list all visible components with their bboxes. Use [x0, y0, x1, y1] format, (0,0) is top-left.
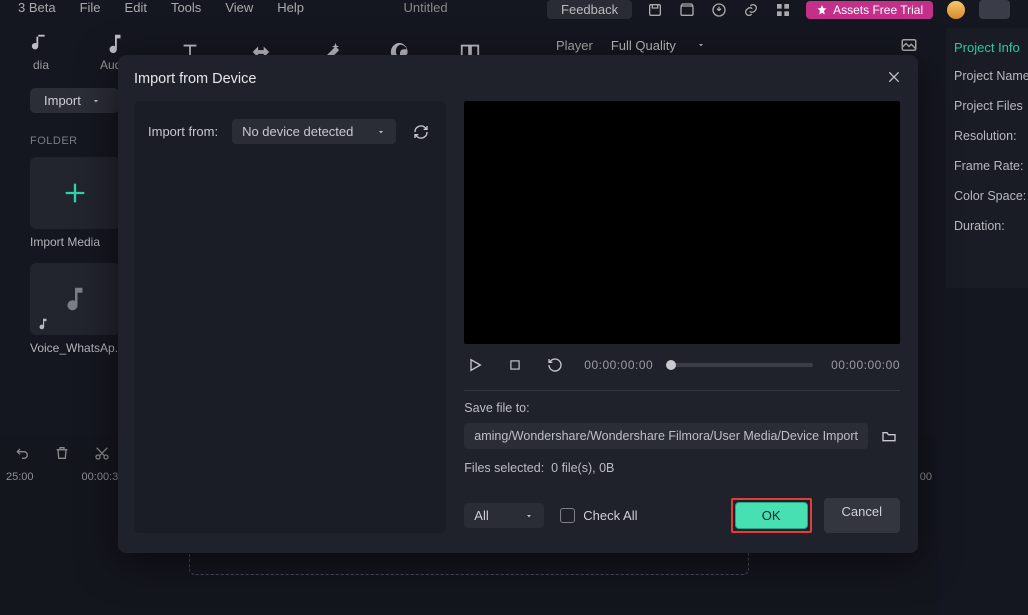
- chevron-down-icon: [376, 127, 386, 137]
- seek-bar[interactable]: [671, 363, 813, 367]
- import-device-dialog: Import from Device Import from: No devic…: [118, 55, 918, 553]
- import-from-label: Import from:: [148, 124, 218, 139]
- dialog-title: Import from Device: [134, 71, 900, 87]
- refresh-icon: [413, 124, 429, 140]
- chevron-down-icon: [524, 511, 534, 521]
- refresh-button[interactable]: [410, 121, 432, 143]
- ok-button[interactable]: OK: [735, 502, 808, 529]
- check-all[interactable]: Check All: [560, 508, 637, 523]
- preview-pane: 00:00:00:00 00:00:00:00 Save file to: am…: [464, 101, 900, 533]
- time-total: 00:00:00:00: [831, 358, 900, 372]
- close-button[interactable]: [884, 67, 904, 87]
- folder-icon: [881, 428, 897, 444]
- device-select-value: No device detected: [242, 124, 353, 139]
- seek-knob[interactable]: [666, 360, 676, 370]
- checkbox-icon: [560, 508, 575, 523]
- save-to-label: Save file to:: [464, 401, 900, 415]
- close-icon: [886, 69, 902, 85]
- video-preview: [464, 101, 900, 344]
- play-button[interactable]: [464, 354, 486, 376]
- filter-select[interactable]: All: [464, 503, 544, 528]
- files-selected-value: 0 file(s), 0B: [551, 461, 614, 475]
- filter-value: All: [474, 508, 488, 523]
- replay-button[interactable]: [544, 354, 566, 376]
- stop-button[interactable]: [504, 354, 526, 376]
- device-select[interactable]: No device detected: [232, 119, 396, 144]
- ok-highlight: OK: [731, 498, 812, 533]
- replay-icon: [547, 357, 563, 373]
- check-all-label: Check All: [583, 508, 637, 523]
- stop-icon: [508, 358, 522, 372]
- device-list-pane: Import from: No device detected: [134, 101, 446, 533]
- save-path-field[interactable]: aming/Wondershare/Wondershare Filmora/Us…: [464, 423, 868, 449]
- cancel-button[interactable]: Cancel: [824, 498, 900, 533]
- time-current: 00:00:00:00: [584, 358, 653, 372]
- play-icon: [467, 357, 483, 373]
- browse-folder-button[interactable]: [878, 425, 900, 447]
- files-selected-label: Files selected:: [464, 461, 544, 475]
